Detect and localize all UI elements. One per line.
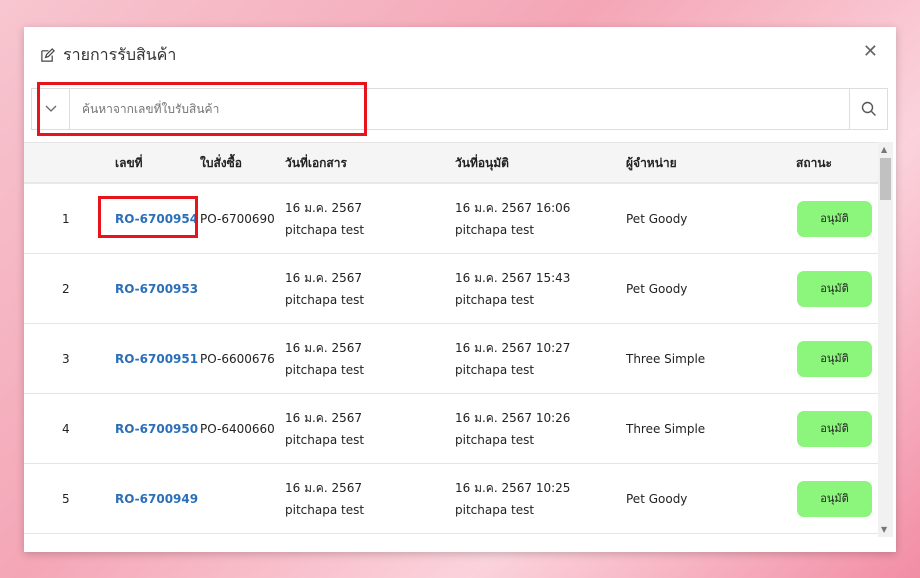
- doc-date: 16 ม.ค. 2567: [285, 480, 363, 495]
- approve-date-cell: 16 ม.ค. 2567 15:43 pitchapa test: [455, 267, 570, 311]
- scroll-down-icon[interactable]: ▼: [881, 525, 887, 534]
- doc-date: 16 ม.ค. 2567: [285, 200, 363, 215]
- approve-user: pitchapa test: [455, 502, 535, 517]
- doc-date-cell: 16 ม.ค. 2567 pitchapa test: [285, 337, 364, 381]
- ro-link[interactable]: RO-6700951: [115, 348, 198, 370]
- approve-date-cell: 16 ม.ค. 2567 10:27 pitchapa test: [455, 337, 570, 381]
- scrollbar[interactable]: ▲ ▼: [878, 142, 893, 537]
- vendor: Three Simple: [626, 351, 706, 366]
- po-number: PO-6700690: [200, 211, 275, 226]
- po-number: PO-6400660: [200, 421, 275, 436]
- receipts-table: เลขที่ ใบสั่งซื้อ วันที่เอกสาร วันที่อนุ…: [24, 142, 879, 537]
- table-header: เลขที่ ใบสั่งซื้อ วันที่เอกสาร วันที่อนุ…: [24, 143, 879, 184]
- edit-icon: [41, 48, 55, 62]
- vendor: Three Simple: [626, 421, 706, 436]
- col-po: ใบสั่งซื้อ: [200, 155, 243, 170]
- search-icon: [861, 101, 876, 116]
- ro-link[interactable]: RO-6700950: [115, 418, 198, 440]
- doc-date: 16 ม.ค. 2567: [285, 410, 363, 425]
- approve-date-cell: 16 ม.ค. 2567 10:26 pitchapa test: [455, 407, 570, 451]
- approve-date: 16 ม.ค. 2567 10:26: [455, 410, 571, 425]
- col-approve-date: วันที่อนุมัติ: [455, 155, 509, 170]
- table-row[interactable]: 4 RO-6700950 PO-6400660 16 ม.ค. 2567 pitc…: [24, 394, 879, 464]
- doc-date-cell: 16 ม.ค. 2567 pitchapa test: [285, 407, 364, 451]
- chevron-down-icon[interactable]: [32, 89, 70, 129]
- table-row[interactable]: 5 RO-6700949 16 ม.ค. 2567 pitchapa test 1…: [24, 464, 879, 534]
- ro-link[interactable]: RO-6700954: [115, 208, 198, 230]
- col-vendor: ผู้จำหน่าย: [626, 155, 677, 170]
- status-badge[interactable]: อนุมัติ: [797, 270, 872, 307]
- row-number: 1: [62, 211, 70, 226]
- approve-date-cell: 16 ม.ค. 2567 16:06 pitchapa test: [455, 197, 570, 241]
- approve-user: pitchapa test: [455, 292, 535, 307]
- doc-date: 16 ม.ค. 2567: [285, 340, 363, 355]
- row-number: 2: [62, 281, 70, 296]
- approve-date: 16 ม.ค. 2567 15:43: [455, 270, 571, 285]
- vendor: Pet Goody: [626, 491, 688, 506]
- status-badge[interactable]: อนุมัติ: [797, 200, 872, 237]
- status-badge[interactable]: อนุมัติ: [797, 340, 872, 377]
- status-badge[interactable]: อนุมัติ: [797, 410, 872, 447]
- approve-date: 16 ม.ค. 2567 10:25: [455, 480, 571, 495]
- status-badge[interactable]: อนุมัติ: [797, 480, 872, 517]
- doc-date-cell: 16 ม.ค. 2567 pitchapa test: [285, 267, 364, 311]
- scroll-up-icon[interactable]: ▲: [881, 145, 887, 154]
- row-number: 3: [62, 351, 70, 366]
- doc-date-cell: 16 ม.ค. 2567 pitchapa test: [285, 197, 364, 241]
- dialog-title: รายการรับสินค้า: [40, 43, 176, 68]
- doc-date-cell: 16 ม.ค. 2567 pitchapa test: [285, 477, 364, 521]
- col-doc-date: วันที่เอกสาร: [285, 155, 347, 170]
- search-button[interactable]: [849, 89, 887, 129]
- approve-user: pitchapa test: [455, 222, 535, 237]
- doc-date: 16 ม.ค. 2567: [285, 270, 363, 285]
- row-number: 5: [62, 491, 70, 506]
- po-number: PO-6600676: [200, 351, 275, 366]
- table-row[interactable]: 1 RO-6700954 PO-6700690 16 ม.ค. 2567 pitc…: [24, 184, 879, 254]
- ro-link[interactable]: RO-6700953: [115, 278, 198, 300]
- approve-date-cell: 16 ม.ค. 2567 10:25 pitchapa test: [455, 477, 570, 521]
- doc-user: pitchapa test: [285, 222, 365, 237]
- search-bar: [31, 88, 888, 130]
- doc-user: pitchapa test: [285, 292, 365, 307]
- doc-user: pitchapa test: [285, 362, 365, 377]
- ro-link[interactable]: RO-6700949: [115, 488, 198, 510]
- dialog-title-text: รายการรับสินค้า: [63, 45, 177, 64]
- search-input[interactable]: [70, 89, 849, 129]
- scrollbar-thumb[interactable]: [880, 158, 891, 200]
- vendor: Pet Goody: [626, 281, 688, 296]
- col-number: เลขที่: [115, 155, 143, 170]
- receive-goods-dialog: รายการรับสินค้า ✕ เลขที่ ใบสั่งซื้อ วันท…: [24, 27, 896, 552]
- table-row[interactable]: 3 RO-6700951 PO-6600676 16 ม.ค. 2567 pitc…: [24, 324, 879, 394]
- row-number: 4: [62, 421, 70, 436]
- col-status: สถานะ: [796, 155, 832, 170]
- close-icon[interactable]: ✕: [863, 41, 878, 62]
- doc-user: pitchapa test: [285, 502, 365, 517]
- approve-user: pitchapa test: [455, 362, 535, 377]
- approve-date: 16 ม.ค. 2567 16:06: [455, 200, 571, 215]
- approve-user: pitchapa test: [455, 432, 535, 447]
- approve-date: 16 ม.ค. 2567 10:27: [455, 340, 571, 355]
- vendor: Pet Goody: [626, 211, 688, 226]
- doc-user: pitchapa test: [285, 432, 365, 447]
- table-row[interactable]: 2 RO-6700953 16 ม.ค. 2567 pitchapa test 1…: [24, 254, 879, 324]
